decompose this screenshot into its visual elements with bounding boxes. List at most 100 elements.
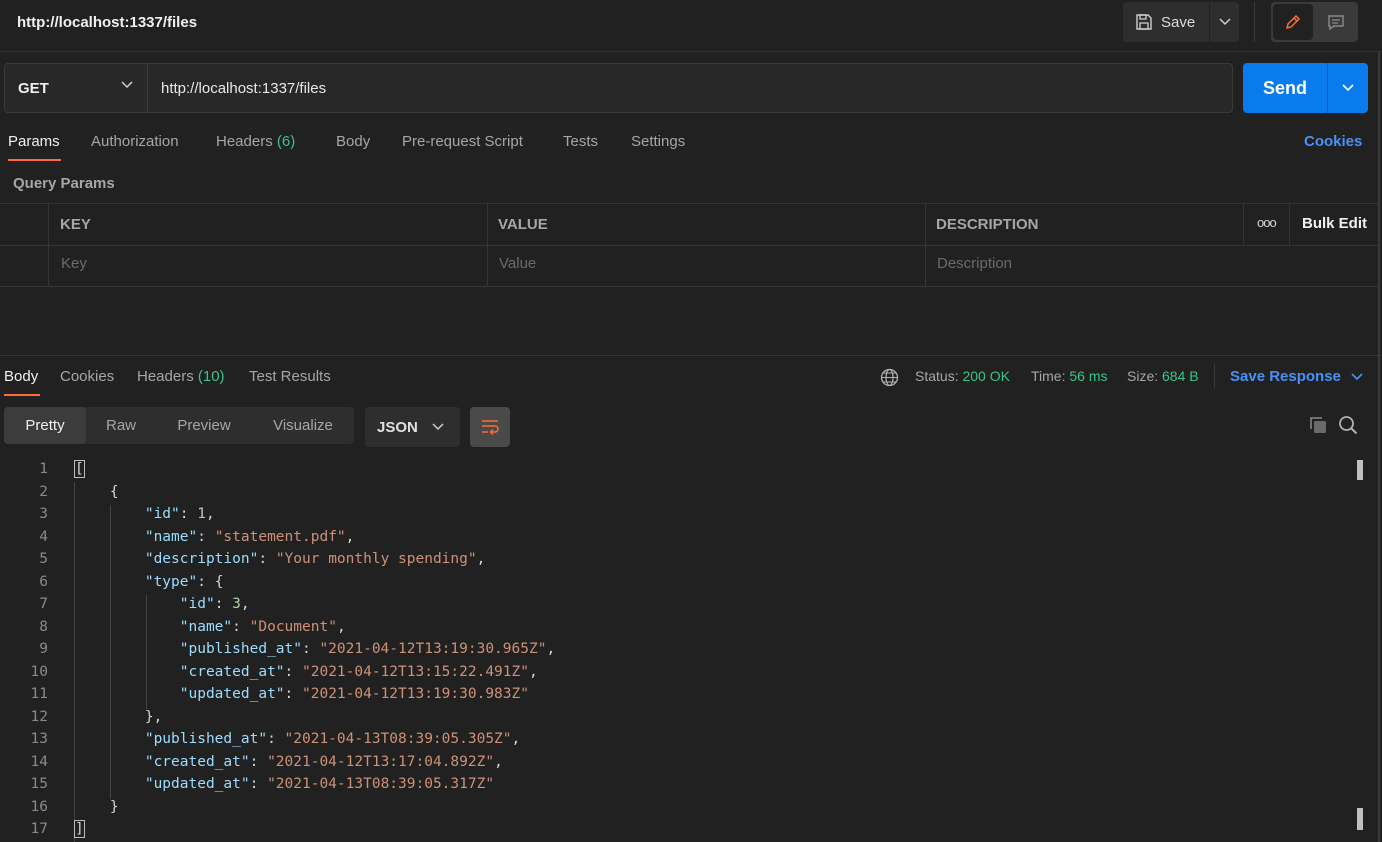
- tab-prerequest-script[interactable]: Pre-request Script: [402, 133, 523, 150]
- json-value: "2021-04-12T13:17:04.892Z": [267, 754, 495, 770]
- table-border: [925, 203, 926, 287]
- chevron-down-icon: [1342, 84, 1354, 92]
- status-indicator[interactable]: Status: 200 OK: [915, 368, 1010, 384]
- view-raw-button[interactable]: Raw: [86, 407, 156, 444]
- size-indicator[interactable]: Size: 684 B: [1127, 368, 1199, 384]
- column-header-key: KEY: [60, 216, 91, 233]
- response-body-editor[interactable]: 1 2 3 4 5 6 7 8 9 10 11 12 13 14 15 16 1…: [0, 458, 1382, 842]
- search-icon[interactable]: [1338, 415, 1358, 439]
- line-number: 11: [30, 686, 48, 702]
- comment-mode-button[interactable]: [1316, 4, 1356, 40]
- view-pretty-button[interactable]: Pretty: [4, 407, 86, 444]
- json-key: "created_at": [179, 664, 285, 680]
- line-number: 9: [39, 641, 48, 657]
- request-title[interactable]: http://localhost:1337/files: [17, 14, 197, 31]
- code-line: "id": 1,: [144, 506, 215, 522]
- response-tab-headers[interactable]: Headers (10): [137, 368, 225, 385]
- tab-body[interactable]: Body: [336, 133, 370, 150]
- active-tab-indicator: [4, 394, 40, 396]
- line-number: 17: [30, 821, 48, 837]
- view-preview-button[interactable]: Preview: [156, 407, 252, 444]
- edit-mode-button[interactable]: [1273, 4, 1313, 40]
- cookies-link[interactable]: Cookies: [1304, 133, 1362, 150]
- tab-params[interactable]: Params: [8, 133, 60, 150]
- code-line: "name": "Document",: [179, 619, 346, 635]
- headers-count: (6): [276, 133, 296, 150]
- table-border: [0, 286, 1378, 287]
- wrap-lines-button[interactable]: [470, 407, 510, 447]
- response-divider[interactable]: [0, 355, 1382, 356]
- response-tab-test-results[interactable]: Test Results: [249, 368, 331, 385]
- column-header-description: DESCRIPTION: [936, 216, 1039, 233]
- table-border: [1243, 203, 1244, 245]
- method-select[interactable]: GET: [4, 63, 148, 113]
- param-key-input[interactable]: Key: [61, 255, 87, 272]
- copy-icon[interactable]: [1308, 415, 1328, 439]
- code-line: "created_at": "2021-04-12T13:15:22.491Z"…: [179, 664, 538, 680]
- chevron-down-icon: [432, 423, 444, 431]
- save-options-button[interactable]: [1209, 2, 1239, 42]
- send-options-button[interactable]: [1328, 63, 1368, 113]
- table-border: [48, 203, 49, 287]
- line-number: 8: [39, 619, 48, 635]
- table-border: [0, 203, 1378, 204]
- line-number: 5: [39, 551, 48, 567]
- send-button[interactable]: Send: [1243, 63, 1327, 113]
- tab-headers[interactable]: Headers (6): [216, 133, 295, 150]
- json-value: "2021-04-12T13:19:30.983Z": [302, 686, 529, 702]
- param-value-input[interactable]: Value: [499, 255, 536, 272]
- param-description-input[interactable]: Description: [937, 255, 1012, 272]
- json-value: "2021-04-13T08:39:05.305Z": [284, 731, 512, 747]
- method-label: GET: [18, 79, 49, 97]
- save-response-button[interactable]: Save Response: [1230, 368, 1363, 385]
- code-line: "name": "statement.pdf",: [144, 529, 355, 545]
- bulk-edit-button[interactable]: Bulk Edit: [1302, 215, 1367, 232]
- tab-settings[interactable]: Settings: [631, 133, 685, 150]
- line-number: 13: [30, 731, 48, 747]
- code-line: "updated_at": "2021-04-13T08:39:05.317Z": [144, 776, 495, 792]
- view-visualize-button[interactable]: Visualize: [252, 407, 354, 444]
- table-border: [0, 245, 1378, 246]
- json-value: "statement.pdf": [214, 529, 346, 545]
- line-number: 16: [30, 799, 48, 815]
- code-line: "published_at": "2021-04-13T08:39:05.305…: [144, 731, 521, 747]
- response-tab-cookies[interactable]: Cookies: [60, 368, 114, 385]
- comment-icon: [1328, 15, 1344, 31]
- code-line: {: [75, 484, 119, 500]
- save-icon: [1136, 14, 1152, 30]
- globe-icon[interactable]: [880, 368, 899, 391]
- code-line: "updated_at": "2021-04-12T13:19:30.983Z": [179, 686, 529, 702]
- format-select[interactable]: JSON: [365, 407, 460, 447]
- url-input[interactable]: http://localhost:1337/files: [147, 63, 1233, 113]
- json-key: "published_at": [144, 731, 268, 747]
- json-value: 3: [232, 596, 241, 612]
- code-line: [: [74, 460, 85, 478]
- line-number: 7: [39, 596, 48, 612]
- size-label: Size:: [1127, 368, 1159, 384]
- panel-border: [1378, 52, 1380, 842]
- line-number: 14: [30, 754, 48, 770]
- code-line: ]: [74, 820, 85, 838]
- scrollbar-thumb[interactable]: [1357, 460, 1363, 480]
- send-button-group: Send: [1243, 63, 1368, 113]
- json-value: "Your monthly spending": [275, 551, 477, 567]
- tab-headers-label: Headers: [216, 133, 273, 150]
- code-line: "created_at": "2021-04-12T13:17:04.892Z"…: [144, 754, 503, 770]
- line-number: 12: [30, 709, 48, 725]
- json-value: 1: [197, 506, 206, 522]
- tab-tests[interactable]: Tests: [563, 133, 598, 150]
- wrap-icon: [482, 420, 499, 436]
- more-options-button[interactable]: ooo: [1257, 215, 1277, 230]
- save-button[interactable]: Save: [1123, 2, 1209, 42]
- response-tab-body[interactable]: Body: [4, 368, 38, 385]
- json-key: "name": [144, 529, 198, 545]
- line-number: 3: [39, 506, 48, 522]
- scrollbar-thumb[interactable]: [1357, 808, 1363, 830]
- tab-authorization[interactable]: Authorization: [91, 133, 179, 150]
- chevron-down-icon: [1218, 18, 1231, 26]
- json-value: "2021-04-13T08:39:05.317Z": [267, 776, 495, 792]
- time-indicator[interactable]: Time: 56 ms: [1031, 368, 1108, 384]
- code-line: "published_at": "2021-04-12T13:19:30.965…: [179, 641, 556, 657]
- save-response-label: Save Response: [1230, 368, 1341, 385]
- line-number: 6: [39, 574, 48, 590]
